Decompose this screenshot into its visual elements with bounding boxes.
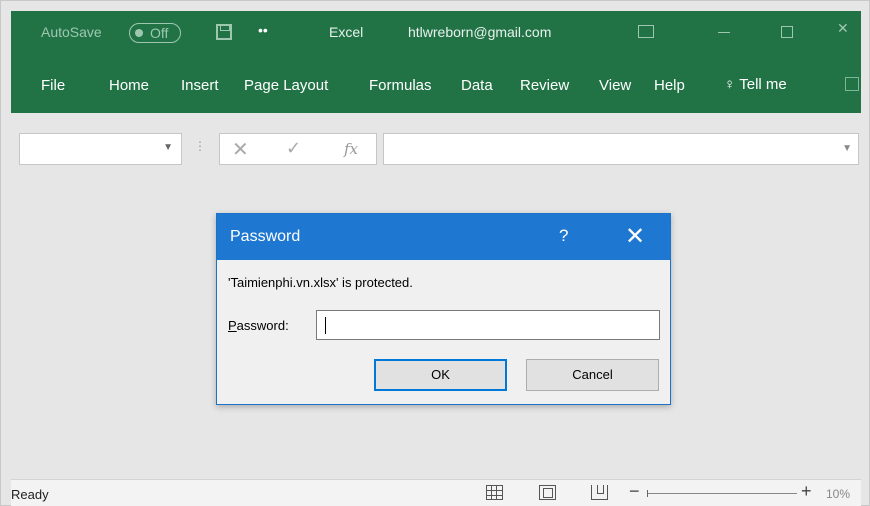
- save-icon[interactable]: [216, 24, 232, 40]
- zoom-out-button[interactable]: −: [629, 481, 640, 502]
- autosave-label: AutoSave: [41, 24, 102, 40]
- tab-formulas[interactable]: Formulas: [369, 77, 432, 95]
- toggle-dot-icon: [135, 29, 143, 37]
- zoom-level[interactable]: 10%: [826, 487, 850, 501]
- insert-function-icon[interactable]: fx: [344, 140, 358, 158]
- cancel-button[interactable]: Cancel: [526, 359, 659, 391]
- status-bar: Ready − + 10%: [11, 479, 861, 506]
- zoom-slider-thumb[interactable]: [647, 490, 648, 497]
- tab-page-layout[interactable]: Page Layout: [244, 77, 328, 95]
- window-close-button[interactable]: ✕: [837, 19, 849, 37]
- ribbon-tabs: File Home Insert Page Layout Formulas Da…: [11, 55, 861, 113]
- customize-qat-button[interactable]: ••: [258, 21, 268, 39]
- dialog-message: 'Taimienphi.vn.xlsx' is protected.: [228, 275, 413, 290]
- tell-me-box[interactable]: ♀ Tell me: [724, 75, 787, 95]
- chevron-down-icon[interactable]: ▼: [163, 142, 173, 153]
- password-label: Password:: [228, 318, 289, 333]
- page-layout-view-icon[interactable]: [539, 485, 556, 500]
- minimize-button[interactable]: [718, 32, 730, 33]
- check-icon[interactable]: ✓: [286, 138, 301, 159]
- lightbulb-icon: ♀: [724, 76, 736, 93]
- dialog-title-bar: Password ? ✕: [217, 214, 670, 260]
- zoom-in-button[interactable]: +: [801, 481, 812, 502]
- tab-insert[interactable]: Insert: [181, 77, 219, 95]
- share-icon[interactable]: [845, 77, 859, 91]
- ribbon-display-options-icon[interactable]: [638, 25, 654, 38]
- tab-review[interactable]: Review: [520, 77, 569, 95]
- ok-button[interactable]: OK: [374, 359, 507, 391]
- autosave-toggle[interactable]: Off: [129, 23, 181, 43]
- normal-view-icon[interactable]: [486, 485, 503, 500]
- password-label-accel: P: [228, 318, 237, 333]
- excel-window: AutoSave Off •• Excel htlwreborn@gmail.c…: [0, 0, 870, 506]
- status-text: Ready: [11, 487, 49, 502]
- text-caret: [325, 317, 326, 334]
- password-dialog: Password ? ✕ 'Taimienphi.vn.xlsx' is pro…: [216, 213, 671, 405]
- password-field[interactable]: [316, 310, 660, 340]
- name-box[interactable]: ▼: [19, 133, 182, 165]
- account-name[interactable]: htlwreborn@gmail.com: [408, 23, 551, 41]
- tab-home[interactable]: Home: [109, 77, 149, 95]
- formula-buttons: ✕ ✓ fx: [219, 133, 377, 165]
- cancel-icon[interactable]: ✕: [232, 137, 249, 162]
- autosave-state: Off: [150, 25, 169, 41]
- formula-bar: ▼ ⋮ ✕ ✓ fx ▼: [11, 113, 861, 183]
- password-label-rest: assword:: [236, 318, 289, 333]
- maximize-button[interactable]: [781, 26, 793, 38]
- help-button[interactable]: ?: [559, 226, 568, 246]
- dialog-close-button[interactable]: ✕: [625, 222, 645, 251]
- zoom-slider[interactable]: [647, 490, 797, 497]
- app-name: Excel: [329, 24, 364, 40]
- formula-input[interactable]: ▼: [383, 133, 859, 165]
- title-bar: AutoSave Off •• Excel htlwreborn@gmail.c…: [11, 11, 861, 55]
- tab-view[interactable]: View: [599, 77, 631, 95]
- tab-data[interactable]: Data: [461, 77, 493, 95]
- page-break-view-icon[interactable]: [591, 485, 608, 500]
- dialog-title: Password: [230, 228, 301, 245]
- expand-formula-bar-icon[interactable]: ▼: [842, 143, 852, 154]
- tab-help[interactable]: Help: [654, 77, 685, 95]
- tell-me-label: Tell me: [739, 76, 787, 93]
- tab-file[interactable]: File: [41, 77, 65, 95]
- formula-bar-grip-icon[interactable]: ⋮: [194, 139, 206, 153]
